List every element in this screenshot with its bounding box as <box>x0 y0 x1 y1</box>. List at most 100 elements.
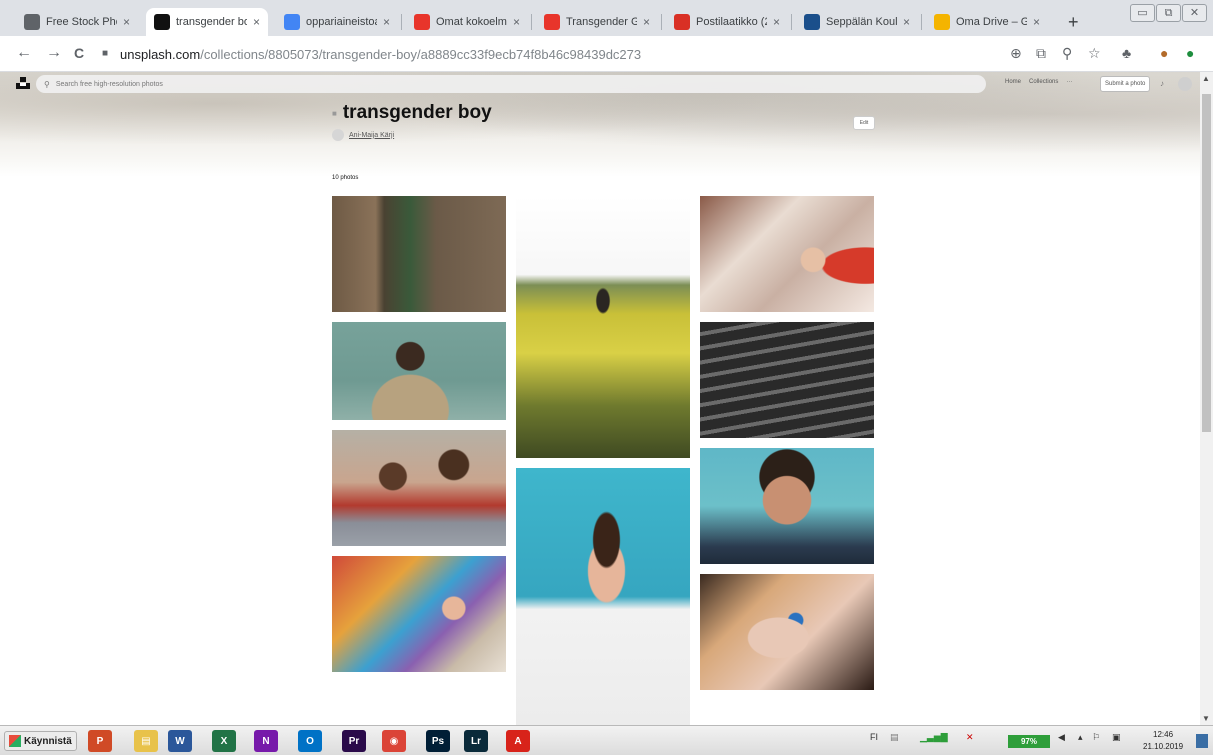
browser-tab[interactable]: Omat kokoelmat | / × <box>406 8 528 36</box>
taskbar-explorer-icon[interactable]: ▤ <box>134 730 158 752</box>
restore-button[interactable]: ⧉ <box>1156 4 1181 22</box>
start-label: Käynnistä <box>24 735 72 747</box>
back-button[interactable]: ← <box>16 44 32 62</box>
show-desktop-icon[interactable] <box>1196 734 1208 748</box>
photo-boy-tree[interactable] <box>332 196 506 312</box>
forward-button[interactable]: → <box>46 44 62 62</box>
signal-strength-icon[interactable]: ▁▃▅▇ <box>920 732 948 743</box>
taskbar-outlook-icon[interactable]: O <box>298 730 322 752</box>
windows-logo-icon <box>9 735 21 747</box>
network-icon[interactable]: ▣ <box>1112 732 1121 743</box>
action-center-flag-icon[interactable]: ⚐ <box>1092 732 1100 743</box>
close-tab-icon[interactable]: × <box>1033 15 1040 29</box>
power-plug-icon[interactable]: ◀ <box>1058 732 1065 743</box>
browser-tab[interactable]: Seppälän Koulukuv × <box>796 8 918 36</box>
reload-button[interactable]: C <box>74 45 84 61</box>
taskbar-acrobat-icon[interactable]: A <box>506 730 530 752</box>
tab-title: oppariaineistoa: ku <box>306 16 377 28</box>
close-tab-icon[interactable]: × <box>773 15 780 29</box>
photo-two-boys[interactable] <box>332 430 506 546</box>
minimize-button[interactable]: ▭ <box>1130 4 1155 22</box>
close-tab-icon[interactable]: × <box>383 15 390 29</box>
drive-icon <box>934 14 950 30</box>
author-name[interactable]: Ani-Maija Kärji <box>349 132 394 139</box>
taskbar-onenote-icon[interactable]: N <box>254 730 278 752</box>
adobe-icon <box>414 14 430 30</box>
close-window-button[interactable]: ✕ <box>1182 4 1207 22</box>
tab-separator <box>791 14 792 30</box>
taskbar-photoshop-icon[interactable]: Ps <box>426 730 450 752</box>
battery-indicator[interactable]: 97% <box>1008 735 1050 748</box>
tab-separator <box>531 14 532 30</box>
photo-serious-boy[interactable] <box>700 448 874 564</box>
browser-tab[interactable]: Free Stock Photos × <box>16 8 138 36</box>
install-icon[interactable]: ⊕ <box>1010 45 1022 62</box>
scrollbar-thumb[interactable] <box>1202 94 1211 432</box>
wifi-disconnected-icon[interactable]: ✕ <box>966 732 974 743</box>
extension-green-icon[interactable]: ● <box>1186 45 1194 61</box>
scroll-down-icon[interactable]: ▼ <box>1202 714 1210 723</box>
taskbar-word-icon[interactable]: W <box>168 730 192 752</box>
photo-makeup[interactable] <box>700 574 874 690</box>
browser-tab[interactable]: oppariaineistoa: ku × <box>276 8 398 36</box>
unsplash-header: ⚲ Search free high-resolution photos Hom… <box>0 72 1200 96</box>
search-input[interactable]: ⚲ Search free high-resolution photos <box>36 75 986 93</box>
taskbar-excel-icon[interactable]: X <box>212 730 236 752</box>
search-icon: ⚲ <box>44 79 50 89</box>
collection-author[interactable]: Ani-Maija Kärji <box>332 129 394 141</box>
tab-title: Oma Drive – Googl <box>956 16 1027 28</box>
browser-tab[interactable]: Postilaatikko (2 603 × <box>666 8 788 36</box>
collection-title: transgender boy <box>342 102 492 123</box>
bookmark-star-icon[interactable]: ☆ <box>1088 45 1101 62</box>
close-tab-icon[interactable]: × <box>513 15 520 29</box>
scroll-up-icon[interactable]: ▲ <box>1202 74 1210 83</box>
submit-photo-button[interactable]: Submit a photo <box>1100 76 1151 92</box>
start-button[interactable]: Käynnistä <box>4 731 77 751</box>
photo-field-walk[interactable] <box>516 196 690 458</box>
taskbar-chrome-icon[interactable]: ◉ <box>382 730 406 752</box>
zoom-icon[interactable]: ⚲ <box>1062 45 1072 62</box>
tab-title: Seppälän Koulukuv <box>826 16 897 28</box>
close-tab-icon[interactable]: × <box>643 15 650 29</box>
tray-expand-icon[interactable]: ▴ <box>1078 732 1083 743</box>
edit-collection-button[interactable]: Edit <box>853 116 875 130</box>
tab-separator <box>401 14 402 30</box>
photo-glasses-man[interactable] <box>516 468 690 725</box>
close-tab-icon[interactable]: × <box>253 15 260 29</box>
page-scrollbar[interactable]: ▲ ▼ <box>1200 72 1213 725</box>
language-indicator[interactable]: FI <box>870 732 878 742</box>
photo-rainbow-child[interactable] <box>332 556 506 672</box>
nav-more-link[interactable]: ··· <box>1066 79 1072 85</box>
profile-avatar-icon[interactable]: ● <box>1160 45 1168 61</box>
translate-icon[interactable]: ⧉ <box>1036 45 1046 62</box>
extension-icon[interactable]: ♣ <box>1122 45 1131 61</box>
keyboard-icon[interactable]: ▤ <box>890 732 899 743</box>
taskbar-premiere-icon[interactable]: Pr <box>342 730 366 752</box>
taskbar-powerpoint-icon[interactable]: P <box>88 730 112 752</box>
photo-wedding-boy[interactable] <box>700 196 874 312</box>
browser-tab[interactable]: Oma Drive – Googl × <box>926 8 1048 36</box>
notifications-icon[interactable]: ♪ <box>1160 79 1164 88</box>
unsplash-icon <box>154 14 170 30</box>
nav-collections-link[interactable]: Collections <box>1029 79 1058 85</box>
system-clock[interactable]: 12:46 21.10.2019 <box>1143 729 1183 753</box>
tab-title: Transgender Girl St <box>566 16 637 28</box>
close-tab-icon[interactable]: × <box>123 15 130 29</box>
tab-strip: Free Stock Photos× transgender boy |× oppa… <box>0 0 1213 36</box>
nav-home-link[interactable]: Home <box>1005 79 1021 85</box>
close-tab-icon[interactable]: × <box>903 15 910 29</box>
site-nav: Home Collections ··· <box>1005 79 1072 85</box>
taskbar-lightroom-icon[interactable]: Lr <box>464 730 488 752</box>
unsplash-logo-icon[interactable] <box>16 77 30 89</box>
user-avatar[interactable] <box>1178 77 1192 91</box>
windows-taskbar: Käynnistä P ▤ W X N O Pr ◉ Ps Lr A FI ▤ ▁▃▅▇ ✕ 97%… <box>0 725 1213 755</box>
photo-stairs-boy[interactable] <box>700 322 874 438</box>
new-tab-button[interactable]: + <box>1068 12 1079 33</box>
address-bar[interactable]: ■ unsplash.com/collections/8805073/trans… <box>102 42 997 66</box>
private-lock-icon: ■ <box>332 108 337 118</box>
browser-tab[interactable]: transgender boy | × <box>146 8 268 36</box>
photo-smiling-boy[interactable] <box>332 322 506 420</box>
browser-tab[interactable]: Transgender Girl St × <box>536 8 658 36</box>
collection-title-row: ■ transgender boy <box>332 102 492 124</box>
url-host: unsplash.com <box>120 46 201 62</box>
